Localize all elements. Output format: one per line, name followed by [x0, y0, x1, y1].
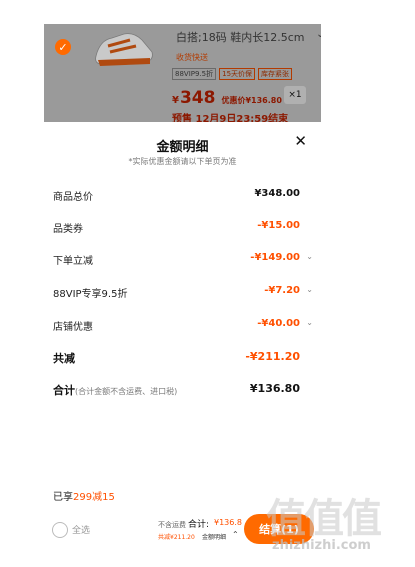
row-label: 商品总价 — [53, 192, 93, 203]
row-label: 下单立减 — [53, 256, 93, 267]
chevron-down-icon[interactable]: ⌄ — [306, 252, 313, 261]
chevron-down-icon[interactable]: ⌄ — [306, 285, 313, 294]
row-value: -¥7.20 — [264, 285, 300, 296]
saved-amount: 共减¥211.20 — [158, 534, 195, 541]
watermark: 值值值 zhizhizhi.com — [262, 486, 412, 556]
sheet-subtitle: *实际优惠金额请以下单页为准 — [128, 157, 237, 166]
close-icon[interactable]: ✕ — [294, 134, 307, 149]
tag: 库存紧张 — [258, 68, 293, 80]
row-instant-discount[interactable]: 下单立减 -¥149.00 ⌄ — [53, 252, 313, 267]
currency-symbol: ¥ — [172, 95, 179, 106]
row-category-coupon: 品类券 -¥15.00 — [53, 220, 300, 235]
enjoyed-highlight: 299减15 — [73, 492, 115, 503]
watermark-chars: 值值值 — [266, 496, 382, 542]
select-all-label[interactable]: 全选 — [72, 523, 90, 536]
row-goods-total: 商品总价 ¥348.00 — [53, 188, 300, 203]
price-row: ¥ 348 优惠价¥136.80 — [172, 88, 282, 108]
row-label: 品类券 — [53, 224, 83, 235]
row-value: ¥136.80 — [249, 382, 300, 395]
shoe-thumbnail — [90, 26, 158, 70]
discounted-price: 优惠价¥136.80 — [221, 96, 282, 105]
tag: 15天价保 — [219, 68, 256, 80]
total-label: 合计 — [53, 384, 75, 397]
chevron-down-icon: ⌄ — [316, 29, 321, 40]
row-value: ¥348.00 — [254, 188, 300, 199]
sku-spec[interactable]: 白搭;18码 鞋内长12.5cm ⌄ — [176, 29, 321, 45]
amount-detail-link[interactable]: 金额明细 — [202, 532, 226, 541]
watermark-url: zhizhizhi.com — [272, 538, 371, 553]
row-value: -¥211.20 — [245, 350, 300, 363]
chevron-down-icon[interactable]: ⌄ — [306, 318, 313, 327]
tag: 88VIP9.5折 — [172, 68, 217, 80]
total-label: 合计: — [188, 520, 210, 530]
quantity-box[interactable]: ×1 — [284, 86, 306, 104]
row-total-reduction: 共减 -¥211.20 — [53, 350, 300, 365]
row-value: -¥15.00 — [257, 220, 300, 231]
select-all-radio[interactable] — [52, 522, 68, 538]
row-store-discount[interactable]: 店铺优惠 -¥40.00 ⌄ — [53, 318, 313, 333]
row-value: -¥149.00 — [250, 252, 300, 263]
chevron-up-icon[interactable]: ⌃ — [232, 530, 239, 539]
checkbox-checked-icon[interactable]: ✓ — [55, 39, 71, 55]
total-note: (合计金额不含运费、进口税) — [75, 387, 178, 396]
row-88vip[interactable]: 88VIP专享9.5折 -¥7.20 ⌄ — [53, 285, 313, 300]
price: 348 — [179, 88, 216, 108]
enjoyed-promo: 已享299减15 — [53, 488, 115, 503]
presale-note: 预售 12月9日23:59结束 — [172, 114, 289, 122]
shipping-note: 不含运费 — [158, 521, 186, 529]
delivery-hint: 收货快送 — [176, 53, 208, 62]
total-value: ¥136.8 — [214, 518, 242, 527]
row-grand-total: 合计(合计金额不含运费、进口税) ¥136.80 — [53, 382, 300, 398]
sheet-title: 金额明细 — [156, 140, 209, 155]
row-label: 88VIP专享9.5折 — [53, 289, 128, 300]
row-label: 店铺优惠 — [53, 322, 93, 333]
row-label: 合计(合计金额不含运费、进口税) — [53, 382, 177, 398]
dimmed-product-card: ✓ 白搭;18码 鞋内长12.5cm ⌄ 收货快送 88VIP9.5折 15天价… — [44, 24, 321, 122]
row-value: -¥40.00 — [257, 318, 300, 329]
promo-tags: 88VIP9.5折 15天价保 库存紧张 — [172, 68, 293, 80]
enjoyed-prefix: 已享 — [53, 492, 73, 503]
row-label: 共减 — [53, 352, 75, 365]
